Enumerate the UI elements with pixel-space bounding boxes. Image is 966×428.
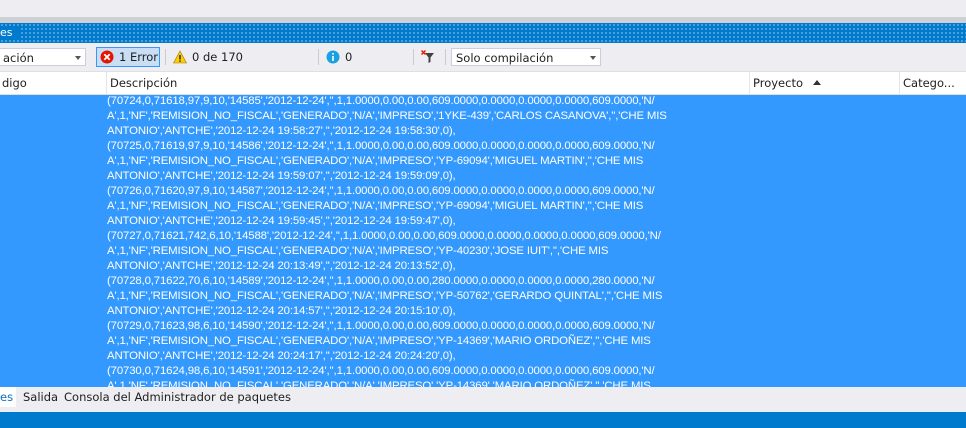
description-line: ANTONIO','ANTCHE','2012-12-24 20:14:57',… [107,305,456,317]
description-line: A',1,'NF','REMISION_NO_FISCAL','GENERADO… [107,380,651,387]
description-line: A',1,'NF','REMISION_NO_FISCAL','GENERADO… [107,155,644,167]
description-line: A',1,'NF','REMISION_NO_FISCAL','GENERADO… [107,335,651,347]
description-line: (70724,0,71618,97,9,10,'14585','2012-12-… [107,95,655,107]
description-line: A',1,'NF','REMISION_NO_FISCAL','GENERADO… [107,245,609,257]
toolbar-separator [413,49,414,65]
messages-filter-button[interactable]: 0 Mensajes [324,47,408,84]
description-line: (70727,0,71621,742,6,10,'14588','2012-12… [107,230,661,242]
window-top-band [0,0,966,17]
warning-triangle-icon [173,50,187,64]
description-line: ANTONIO','ANTCHE','2012-12-24 19:59:45',… [107,215,456,227]
description-line: (70725,0,71619,97,9,10,'14586','2012-12-… [107,140,655,152]
description-line: (70726,0,71620,97,9,10,'14587','2012-12-… [107,185,655,197]
errors-filter-label: 1 Error [119,50,159,64]
status-bar [0,412,966,428]
column-header-description[interactable]: Descripción [110,72,177,94]
selected-error-row[interactable]: (70724,0,71618,97,9,10,'14585','2012-12-… [0,95,966,387]
filter-clear-icon [421,50,434,63]
column-divider[interactable] [899,72,900,94]
error-list-title: es [0,26,19,40]
description-line: A',1,'NF','REMISION_NO_FISCAL','GENERADO… [107,110,667,122]
warnings-filter-button[interactable]: 0 de 170 Advertencias [170,47,312,84]
sort-ascending-icon [813,80,821,85]
column-header-category[interactable]: Catego... [903,72,955,94]
description-line: A',1,'NF','REMISION_NO_FISCAL','GENERADO… [107,200,644,212]
column-header-code[interactable]: digo [2,72,27,94]
description-line: ANTONIO','ANTCHE','2012-12-24 20:24:17',… [107,350,456,362]
description-line: ANTONIO','ANTCHE','2012-12-24 19:58:27',… [107,125,456,137]
toolbar-separator [318,49,319,65]
info-circle-icon [326,50,340,64]
toolbar-separator [445,49,446,65]
tab-error-list[interactable]: es [0,387,17,407]
description-line: ANTONIO','ANTCHE','2012-12-24 19:59:07',… [107,170,456,182]
build-source-value: Solo compilación [456,51,554,65]
scope-dropdown-value: ación [3,51,34,65]
error-circle-icon [100,50,114,64]
chevron-down-icon [75,56,81,60]
tab-output[interactable]: Salida [23,387,58,407]
scope-dropdown[interactable]: ación [0,48,86,66]
description-line: (70728,0,71622,70,6,10,'14589','2012-12-… [107,275,655,287]
toolbar-separator [165,49,166,65]
column-divider[interactable] [749,72,750,94]
clear-filter-button[interactable] [418,47,440,67]
build-source-dropdown[interactable]: Solo compilación [451,48,601,66]
tab-package-manager-console[interactable]: Consola del Administrador de paquetes [64,387,291,407]
error-list-header: digo Descripción Proyecto Catego... [0,71,966,95]
error-list-titlebar[interactable]: es [0,23,966,43]
description-line: A',1,'NF','REMISION_NO_FISCAL','GENERADO… [107,290,663,302]
column-header-project-label: Proyecto [753,76,803,90]
description-line: (70729,0,71623,98,6,10,'14590','2012-12-… [107,320,655,332]
chevron-down-icon [590,56,596,60]
description-line: (70730,0,71624,98,6,10,'14591','2012-12-… [107,365,655,377]
errors-filter-button[interactable]: 1 Error [96,47,160,67]
error-description-text: (70724,0,71618,97,9,10,'14585','2012-12-… [107,95,747,387]
bottom-tool-tabs: es Salida Consola del Administrador de p… [0,387,966,409]
column-header-project[interactable]: Proyecto [753,72,821,94]
error-list-toolbar: ación 1 Error 0 de 170 Advertencias 0 Me… [0,43,966,84]
column-divider[interactable] [106,72,107,94]
description-line: ANTONIO','ANTCHE','2012-12-24 20:13:49',… [107,260,456,272]
